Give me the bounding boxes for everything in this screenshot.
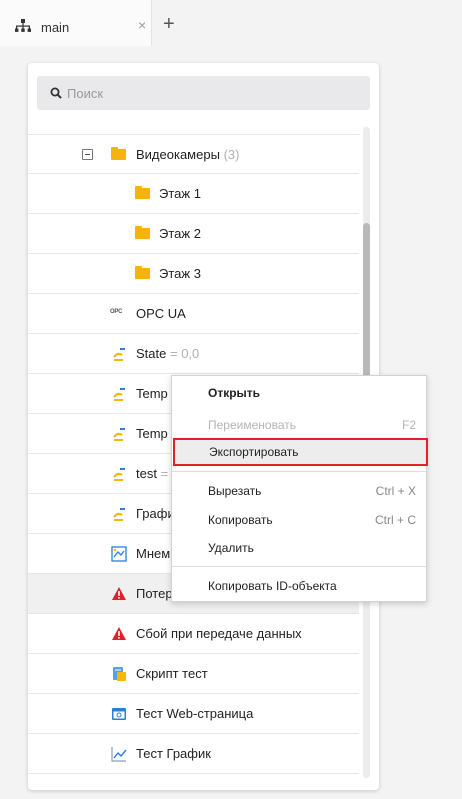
search-icon: [50, 87, 62, 99]
menu-item-label: Копировать: [208, 513, 273, 527]
tree-item-script-test[interactable]: Скрипт тест: [28, 654, 359, 694]
context-menu: Открыть Переименовать F2 Экспортировать …: [171, 375, 428, 602]
tree-item-label: Видеокамеры: [136, 147, 220, 162]
tree-item-opc-ua[interactable]: OPC OPC UA: [28, 294, 359, 334]
menu-item-delete[interactable]: Удалить: [172, 535, 426, 561]
menu-item-open[interactable]: Открыть: [172, 380, 426, 406]
signal-icon: [113, 428, 125, 441]
tree-item-label: Графи: [136, 506, 175, 521]
menu-item-export[interactable]: Экспортировать: [173, 438, 428, 466]
tree-item-videocameras[interactable]: Видеокамеры (3): [28, 134, 359, 174]
warning-icon: [112, 627, 126, 640]
tree-item-floor-1[interactable]: Этаж 1: [28, 174, 359, 214]
item-count: (3): [223, 147, 240, 162]
tree-item-label: Temp: [136, 386, 168, 401]
mnemo-icon: [111, 546, 127, 562]
folder-icon: [135, 266, 150, 279]
tree-item-chart-test[interactable]: Тест График: [28, 734, 359, 774]
tree-item-label: Этаж 1: [159, 186, 201, 201]
opc-icon: OPC: [110, 309, 123, 315]
folder-icon: [135, 226, 150, 239]
menu-item-rename: Переименовать F2: [172, 412, 426, 438]
tree-item-floor-2[interactable]: Этаж 2: [28, 214, 359, 254]
search-input[interactable]: [67, 76, 357, 110]
item-value: =: [160, 466, 169, 481]
add-tab-button[interactable]: +: [163, 14, 175, 34]
menu-item-copy-id[interactable]: Копировать ID-объекта: [172, 573, 426, 599]
tab-label: main: [41, 20, 70, 35]
tree-item-label: Этаж 3: [159, 266, 201, 281]
signal-icon: [113, 388, 125, 401]
menu-item-shortcut: F2: [401, 418, 416, 432]
tree-item-label: Скрипт тест: [136, 666, 208, 681]
menu-item-label: Экспортировать: [209, 445, 299, 459]
signal-icon: [113, 468, 125, 481]
menu-separator: [172, 566, 426, 567]
menu-separator: [172, 471, 426, 472]
tree-item-state[interactable]: State = 0,0: [28, 334, 359, 374]
menu-item-copy[interactable]: Копировать Ctrl + C: [172, 507, 426, 533]
tree-item-floor-3[interactable]: Этаж 3: [28, 254, 359, 294]
chart-icon: [111, 747, 127, 762]
tree-item-label: Тест Web-страница: [136, 706, 254, 721]
menu-item-label: Открыть: [208, 386, 261, 400]
tab-main[interactable]: main ×: [0, 0, 152, 46]
search-box: [37, 76, 370, 110]
tree-item-transfer-failure[interactable]: Сбой при передаче данных: [28, 614, 359, 654]
signal-icon: [113, 348, 125, 361]
folder-icon: [135, 186, 150, 199]
tree-item-label: Мнем: [136, 546, 171, 561]
tree-item-label: Сбой при передаче данных: [136, 626, 302, 641]
tab-bar: main × +: [0, 0, 462, 46]
scrollbar-thumb[interactable]: [363, 223, 370, 393]
tree-item-label: Тест График: [136, 746, 211, 761]
hierarchy-icon: [15, 19, 31, 32]
folder-icon: [111, 147, 126, 160]
menu-item-shortcut: Ctrl + X: [375, 484, 416, 498]
tree-item-label: State: [136, 346, 167, 361]
tree-item-label: Temp: [136, 426, 168, 441]
tree-item-label: Потер: [136, 586, 173, 601]
signal-icon: [113, 508, 125, 521]
item-value: = 0,0: [169, 346, 200, 361]
close-icon[interactable]: ×: [138, 18, 146, 32]
menu-item-label: Копировать ID-объекта: [208, 579, 337, 593]
script-icon: [113, 667, 126, 681]
tree-item-label: test: [136, 466, 157, 481]
tree-item-label: OPC UA: [136, 306, 186, 321]
warning-icon: [112, 587, 126, 600]
collapse-icon[interactable]: [82, 149, 93, 160]
web-page-icon: [112, 708, 126, 720]
menu-item-label: Переименовать: [208, 418, 296, 432]
tree-item-web-page-test[interactable]: Тест Web-страница: [28, 694, 359, 734]
menu-item-shortcut: Ctrl + C: [374, 513, 416, 527]
menu-item-label: Вырезать: [208, 484, 262, 498]
menu-item-cut[interactable]: Вырезать Ctrl + X: [172, 478, 426, 504]
tree-item-label: Этаж 2: [159, 226, 201, 241]
menu-item-label: Удалить: [208, 541, 254, 555]
